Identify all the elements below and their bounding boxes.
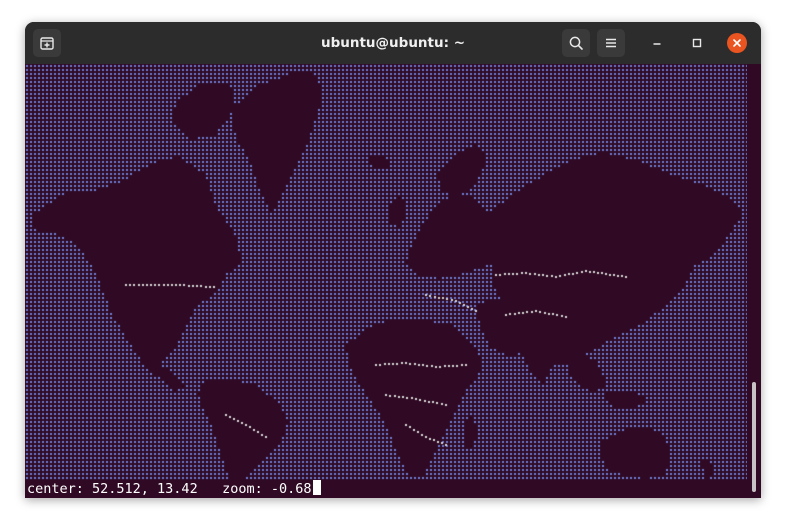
search-button[interactable] — [562, 29, 590, 57]
text-cursor — [312, 480, 321, 495]
braille-world-map[interactable] — [25, 64, 747, 480]
maximize-icon — [692, 38, 702, 48]
title-bar[interactable]: ubuntu@ubuntu: ~ — [25, 22, 761, 64]
status-line: center: 52.512, 13.42 zoom: -0.68 — [27, 480, 321, 498]
center-value: 52.512, 13.42 — [92, 481, 198, 497]
scrollbar[interactable] — [747, 64, 761, 498]
scrollbar-thumb[interactable] — [752, 382, 756, 492]
hamburger-menu-icon — [606, 38, 616, 48]
zoom-value: -0.68 — [270, 481, 312, 497]
maximize-button[interactable] — [687, 33, 707, 53]
close-icon — [733, 39, 741, 47]
zoom-label: zoom: — [197, 481, 271, 497]
terminal-window: ubuntu@ubuntu: ~ center: 52.512, 13.42 z… — [25, 22, 761, 498]
new-tab-icon — [40, 37, 54, 50]
menu-button[interactable] — [597, 29, 625, 57]
terminal-area[interactable]: center: 52.512, 13.42 zoom: -0.68 — [25, 64, 761, 498]
minimize-button[interactable] — [647, 33, 667, 53]
search-icon — [569, 36, 583, 50]
center-label: center: — [27, 481, 93, 497]
close-button[interactable] — [727, 33, 747, 53]
minimize-icon — [653, 43, 661, 45]
new-tab-button[interactable] — [33, 29, 61, 57]
